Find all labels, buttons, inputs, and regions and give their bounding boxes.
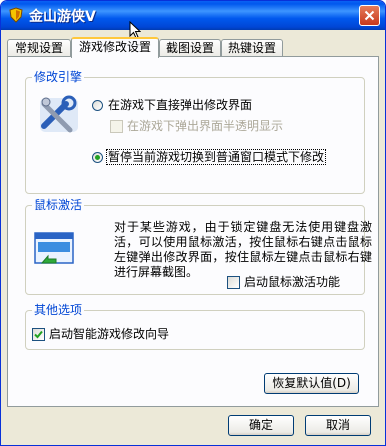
settings-window: 金山游侠V 常规设置 游戏修改设置 截图设置 热键设置 修改引擎 在游戏下直接弹… <box>0 0 386 446</box>
checkbox-enable-mouse[interactable] <box>227 276 240 289</box>
option-direct-label[interactable]: 在游戏下直接弹出修改界面 <box>108 98 252 112</box>
title-bar[interactable]: 金山游侠V <box>1 1 385 30</box>
tab-label: 截图设置 <box>165 41 214 55</box>
option-switch-window-label[interactable]: 暂停当前游戏切换到普通窗口模式下修改 <box>106 149 327 165</box>
mouse-activation-description: 对于某些游戏，由于锁定键盘无法使用键盘激活，可以使用鼠标激活，按住鼠标右键点击鼠… <box>114 220 372 279</box>
tab-panel: 修改引擎 在游戏下直接弹出修改界面 在游戏下弹出界面半透明显示 暂停当前游戏切换… <box>7 56 379 407</box>
close-button[interactable] <box>359 5 380 26</box>
tab-hotkeys[interactable]: 热键设置 <box>221 39 283 56</box>
modify-engine-group: 修改引擎 在游戏下直接弹出修改界面 在游戏下弹出界面半透明显示 暂停当前游戏切换… <box>25 70 365 194</box>
button-label: 确定 <box>248 418 273 432</box>
tab-label: 常规设置 <box>14 41 63 55</box>
restore-defaults-button[interactable]: 恢复默认值(D) <box>264 373 359 394</box>
mouse-activation-group: 鼠标激活 对于某些游戏，由于锁定键盘无法使用键盘激活，可以使用鼠标激活，按住鼠标… <box>25 198 372 295</box>
smart-wizard-label[interactable]: 启动智能游戏修改向导 <box>49 327 169 341</box>
checkbox-translucent[interactable] <box>110 120 123 133</box>
tab-label: 热键设置 <box>227 41 276 55</box>
group-legend: 修改引擎 <box>32 70 85 84</box>
tab-screenshot[interactable]: 截图设置 <box>159 39 221 56</box>
option-translucent-label[interactable]: 在游戏下弹出界面半透明显示 <box>127 119 283 133</box>
radio-direct-popup[interactable] <box>92 100 103 111</box>
checkbox-smart-wizard[interactable] <box>32 328 45 341</box>
checkmark-icon <box>34 330 43 339</box>
cancel-button[interactable]: 取消 <box>305 415 371 436</box>
tools-icon <box>40 95 78 133</box>
ok-button[interactable]: 确定 <box>228 415 294 436</box>
group-legend: 鼠标激活 <box>32 198 85 212</box>
other-options-group: 其他选项 启动智能游戏修改向导 <box>25 303 365 350</box>
radio-switch-window[interactable] <box>92 152 103 163</box>
app-shield-icon <box>9 7 23 23</box>
enable-mouse-label[interactable]: 启动鼠标激活功能 <box>244 275 340 289</box>
tab-general[interactable]: 常规设置 <box>7 39 71 56</box>
tab-label: 游戏修改设置 <box>78 40 151 54</box>
button-label: 取消 <box>325 418 350 432</box>
button-label: 恢复默认值(D) <box>272 376 351 390</box>
window-activate-icon <box>34 232 74 264</box>
window-title: 金山游侠V <box>29 9 96 25</box>
tab-game-modify[interactable]: 游戏修改设置 <box>71 37 159 58</box>
group-legend: 其他选项 <box>32 303 85 317</box>
close-icon <box>364 10 375 21</box>
